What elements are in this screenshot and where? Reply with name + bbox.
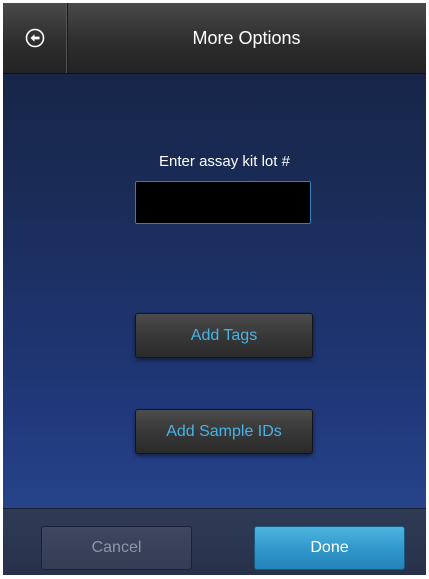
lot-number-input[interactable]: [135, 181, 311, 224]
page-title: More Options: [192, 28, 301, 48]
cancel-button[interactable]: Cancel: [41, 526, 192, 570]
footer-bar: Cancel Done: [3, 508, 426, 575]
done-button[interactable]: Done: [254, 526, 405, 570]
back-arrow-circle-icon: [25, 28, 45, 48]
lot-number-label: Enter assay kit lot #: [159, 153, 290, 170]
header-bar: More Options: [3, 3, 426, 74]
more-options-screen: More Options Enter assay kit lot # Add T…: [3, 3, 426, 575]
back-button[interactable]: [3, 3, 68, 73]
add-sample-ids-button[interactable]: Add Sample IDs: [135, 409, 313, 454]
add-tags-button[interactable]: Add Tags: [135, 313, 313, 358]
